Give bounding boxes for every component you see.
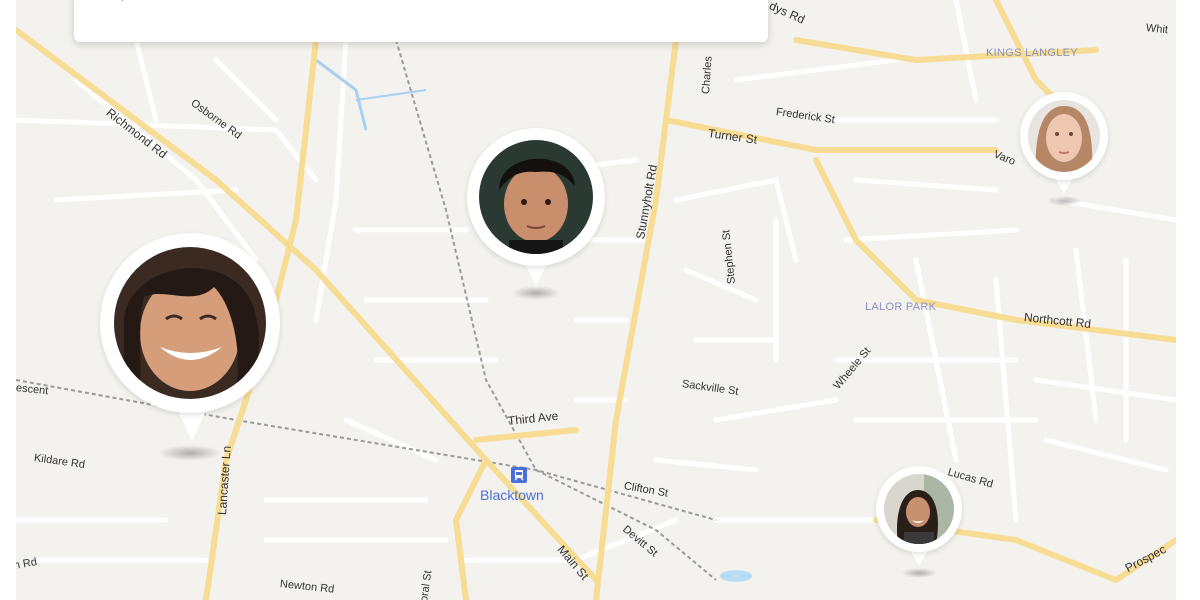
user-location-pin[interactable] <box>1020 92 1108 212</box>
search-bar[interactable] <box>74 0 768 42</box>
suburb-label: KINGS LANGLEY <box>986 47 1078 59</box>
user-location-pin[interactable] <box>467 128 605 304</box>
avatar <box>884 474 954 544</box>
avatar <box>114 247 266 399</box>
avatar <box>479 140 593 254</box>
user-location-pin[interactable] <box>100 233 280 463</box>
search-icon <box>120 0 124 2</box>
avatar <box>1028 100 1100 172</box>
suburb-label: LALOR PARK <box>865 301 937 313</box>
user-location-pin[interactable] <box>876 466 962 584</box>
road-label: Whit <box>1145 22 1169 37</box>
station-label: Blacktown <box>480 487 544 503</box>
map-canvas[interactable]: KINGS LANGLEY LALOR PARK Richmond Rd Osb… <box>16 0 1176 600</box>
train-station-icon[interactable] <box>511 467 527 483</box>
